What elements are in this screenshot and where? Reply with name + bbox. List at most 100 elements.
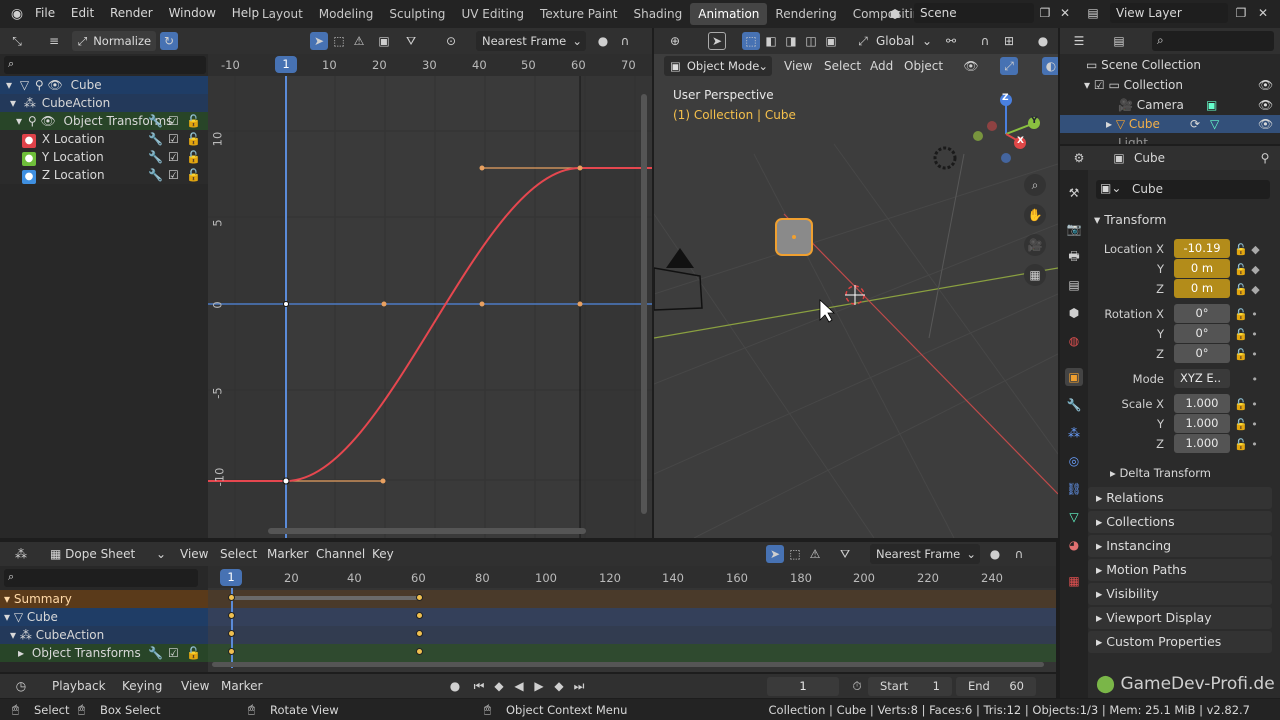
snap-icon[interactable]: ∩ <box>976 32 994 50</box>
outliner-search[interactable]: ⌕ <box>1152 31 1274 51</box>
viewport-canvas[interactable]: ▣ Object Mode ⌄ View Select Add Object 👁 ⤢… <box>654 54 1058 538</box>
filter-icon[interactable]: ⛛ <box>836 545 854 563</box>
menu-window[interactable]: Window <box>169 6 216 20</box>
navigation-gizmo[interactable] <box>970 92 1046 168</box>
falloff-icon[interactable]: ∩ <box>1010 545 1028 563</box>
select-tool-icon[interactable]: ➤ <box>708 32 726 50</box>
channel-z-location[interactable]: ● Z Location 🔧 ☑ 🔓 <box>0 166 208 184</box>
menu-key[interactable]: Key <box>372 547 394 561</box>
tab-uv-editing[interactable]: UV Editing <box>453 3 532 25</box>
tab-sculpting[interactable]: Sculpting <box>381 3 453 25</box>
keyframe[interactable] <box>416 612 423 619</box>
scale-x-field[interactable]: 1.000 <box>1174 394 1230 413</box>
pivot-icon[interactable]: ⚯ <box>942 32 960 50</box>
current-frame-indicator[interactable]: 1 <box>275 56 297 73</box>
rotation-y-field[interactable]: 0° <box>1174 324 1230 343</box>
ortho-toggle-icon[interactable]: ▦ <box>1024 264 1046 286</box>
object-tab-icon[interactable]: ▣ <box>1065 368 1083 386</box>
channel-search[interactable]: ⌕ <box>4 569 198 587</box>
lock-icon[interactable]: 🔓 <box>186 166 201 184</box>
panel-relations[interactable]: ▸ Relations <box>1088 487 1272 509</box>
select-mode-extend-icon[interactable]: ◧ <box>762 32 780 50</box>
play-icon[interactable]: ▶ <box>530 677 548 695</box>
dopesheet-mode-dropdown[interactable]: ▦ Dope Sheet ⌄ <box>46 544 168 564</box>
menu-channel[interactable]: Channel <box>316 547 365 561</box>
tab-modeling[interactable]: Modeling <box>311 3 382 25</box>
warning-filter-icon[interactable]: ⚠ <box>350 32 368 50</box>
wrench-icon[interactable]: 🔧 <box>148 166 163 184</box>
stopwatch-icon[interactable]: ⏱ <box>848 677 866 695</box>
ds-channel-cube[interactable]: ▾ ▽ Cube <box>0 608 208 626</box>
menu-view[interactable]: View <box>180 547 208 561</box>
action-icon[interactable]: ⟳ <box>1190 115 1200 133</box>
view-layer-tab-icon[interactable]: ▤ <box>1065 276 1083 294</box>
panel-viewport-display[interactable]: ▸ Viewport Display <box>1088 607 1272 629</box>
keyframe[interactable] <box>228 612 235 619</box>
view-layer-selector[interactable]: View Layer <box>1110 3 1228 23</box>
keyframe[interactable] <box>228 648 235 655</box>
data-tab-icon[interactable]: ▽ <box>1065 508 1083 526</box>
ds-channel-group[interactable]: ▸ Object Transforms 🔧 ☑ 🔓 <box>0 644 208 662</box>
lock-icon[interactable]: 🔓 • <box>1234 325 1274 345</box>
outliner-item-cube[interactable]: ▸ ▽ Cube ⟳ ▽ 👁 <box>1060 115 1280 133</box>
display-mode-icon[interactable]: ▤ <box>1110 32 1128 50</box>
graph-canvas[interactable]: -10 1 10 20 30 40 50 60 70 10 5 0 -5 -10 <box>208 54 652 538</box>
lock-icon[interactable]: 🔓 • <box>1234 395 1274 415</box>
play-reverse-icon[interactable]: ◀ <box>510 677 528 695</box>
editor-type-icon[interactable]: ◷ <box>12 677 30 695</box>
lock-icon[interactable]: 🔓 • <box>1234 305 1274 325</box>
panel-collections[interactable]: ▸ Collections <box>1088 511 1272 533</box>
keyframe[interactable] <box>228 594 235 601</box>
render-tab-icon[interactable]: 📷 <box>1065 220 1083 238</box>
editor-type-icon[interactable]: ☰ <box>1070 32 1088 50</box>
editor-type-icon[interactable]: ⚙ <box>1070 149 1088 167</box>
new-view-layer-icon[interactable]: ❐ <box>1232 4 1250 22</box>
menu-select[interactable]: Select <box>220 547 257 561</box>
modifier-tab-icon[interactable]: 🔧 <box>1065 396 1083 414</box>
location-y-field[interactable]: 0 m <box>1174 259 1230 278</box>
outliner-item-collection[interactable]: ▾ ☑ ▭ Collection 👁 <box>1060 76 1280 94</box>
tab-animation[interactable]: Animation <box>690 3 768 25</box>
lock-icon[interactable]: 🔓 • <box>1234 415 1274 435</box>
camera-view-icon[interactable]: 🎥 <box>1024 234 1046 256</box>
start-frame-field[interactable]: Start 1 <box>868 677 952 696</box>
new-scene-icon[interactable]: ❐ <box>1036 4 1054 22</box>
menu-edit[interactable]: Edit <box>71 6 94 20</box>
wrench-icon[interactable]: 🔧 <box>148 130 163 148</box>
camera-data-icon[interactable]: ▣ <box>1206 96 1217 114</box>
select-mode-subtract-icon[interactable]: ◨ <box>782 32 800 50</box>
checkbox-icon[interactable]: ☑ <box>168 166 179 184</box>
box-select-icon[interactable]: ⬚ <box>330 32 348 50</box>
blender-logo-icon[interactable]: ◉ <box>8 5 26 23</box>
lock-icon[interactable]: 🔓 ◆ <box>1234 260 1274 280</box>
editor-type-icon[interactable]: ⁂ <box>12 545 30 563</box>
output-tab-icon[interactable]: 🖶 <box>1065 248 1083 266</box>
current-frame-field[interactable]: 1 <box>767 677 839 696</box>
menu-playback[interactable]: Playback <box>52 679 106 693</box>
keyframe[interactable] <box>228 630 235 637</box>
scene-icon[interactable]: ⬢ <box>886 5 904 23</box>
eye-icon[interactable]: 👁 <box>1258 96 1273 114</box>
texture-tab-icon[interactable]: ▦ <box>1065 572 1083 590</box>
channel-group[interactable]: ▾ ⚲ 👁 Object Transforms 🔧 ☑ 🔓 <box>0 112 208 130</box>
jump-end-icon[interactable]: ⏭ <box>570 677 588 695</box>
editor-type-icon[interactable]: ⊕ <box>666 32 684 50</box>
keyframe[interactable] <box>416 648 423 655</box>
wrench-icon[interactable]: 🔧 <box>148 112 163 130</box>
lock-icon[interactable]: 🔓 ◆ <box>1234 280 1274 300</box>
keyframe[interactable] <box>416 630 423 637</box>
tool-tab-icon[interactable]: ⚒ <box>1065 184 1083 202</box>
prev-keyframe-icon[interactable]: ◆ <box>490 677 508 695</box>
eye-icon[interactable]: 👁 <box>1258 76 1273 94</box>
panel-custom-properties[interactable]: ▸ Custom Properties <box>1088 631 1272 653</box>
transform-panel-header[interactable]: ▾ Transform <box>1094 210 1274 230</box>
normalize-toggle[interactable]: ⤢ Normalize <box>72 31 156 51</box>
menu-keying[interactable]: Keying <box>122 679 162 693</box>
visibility-icon[interactable]: ● <box>22 170 36 184</box>
normalize-view-icon[interactable]: ▣ <box>375 32 393 50</box>
next-keyframe-icon[interactable]: ◆ <box>550 677 568 695</box>
ds-channel-summary[interactable]: ▾ Summary <box>0 590 208 608</box>
physics-tab-icon[interactable]: ◎ <box>1065 452 1083 470</box>
ds-channel-action[interactable]: ▾ ⁂ CubeAction <box>0 626 208 644</box>
location-z-field[interactable]: 0 m <box>1174 279 1230 298</box>
